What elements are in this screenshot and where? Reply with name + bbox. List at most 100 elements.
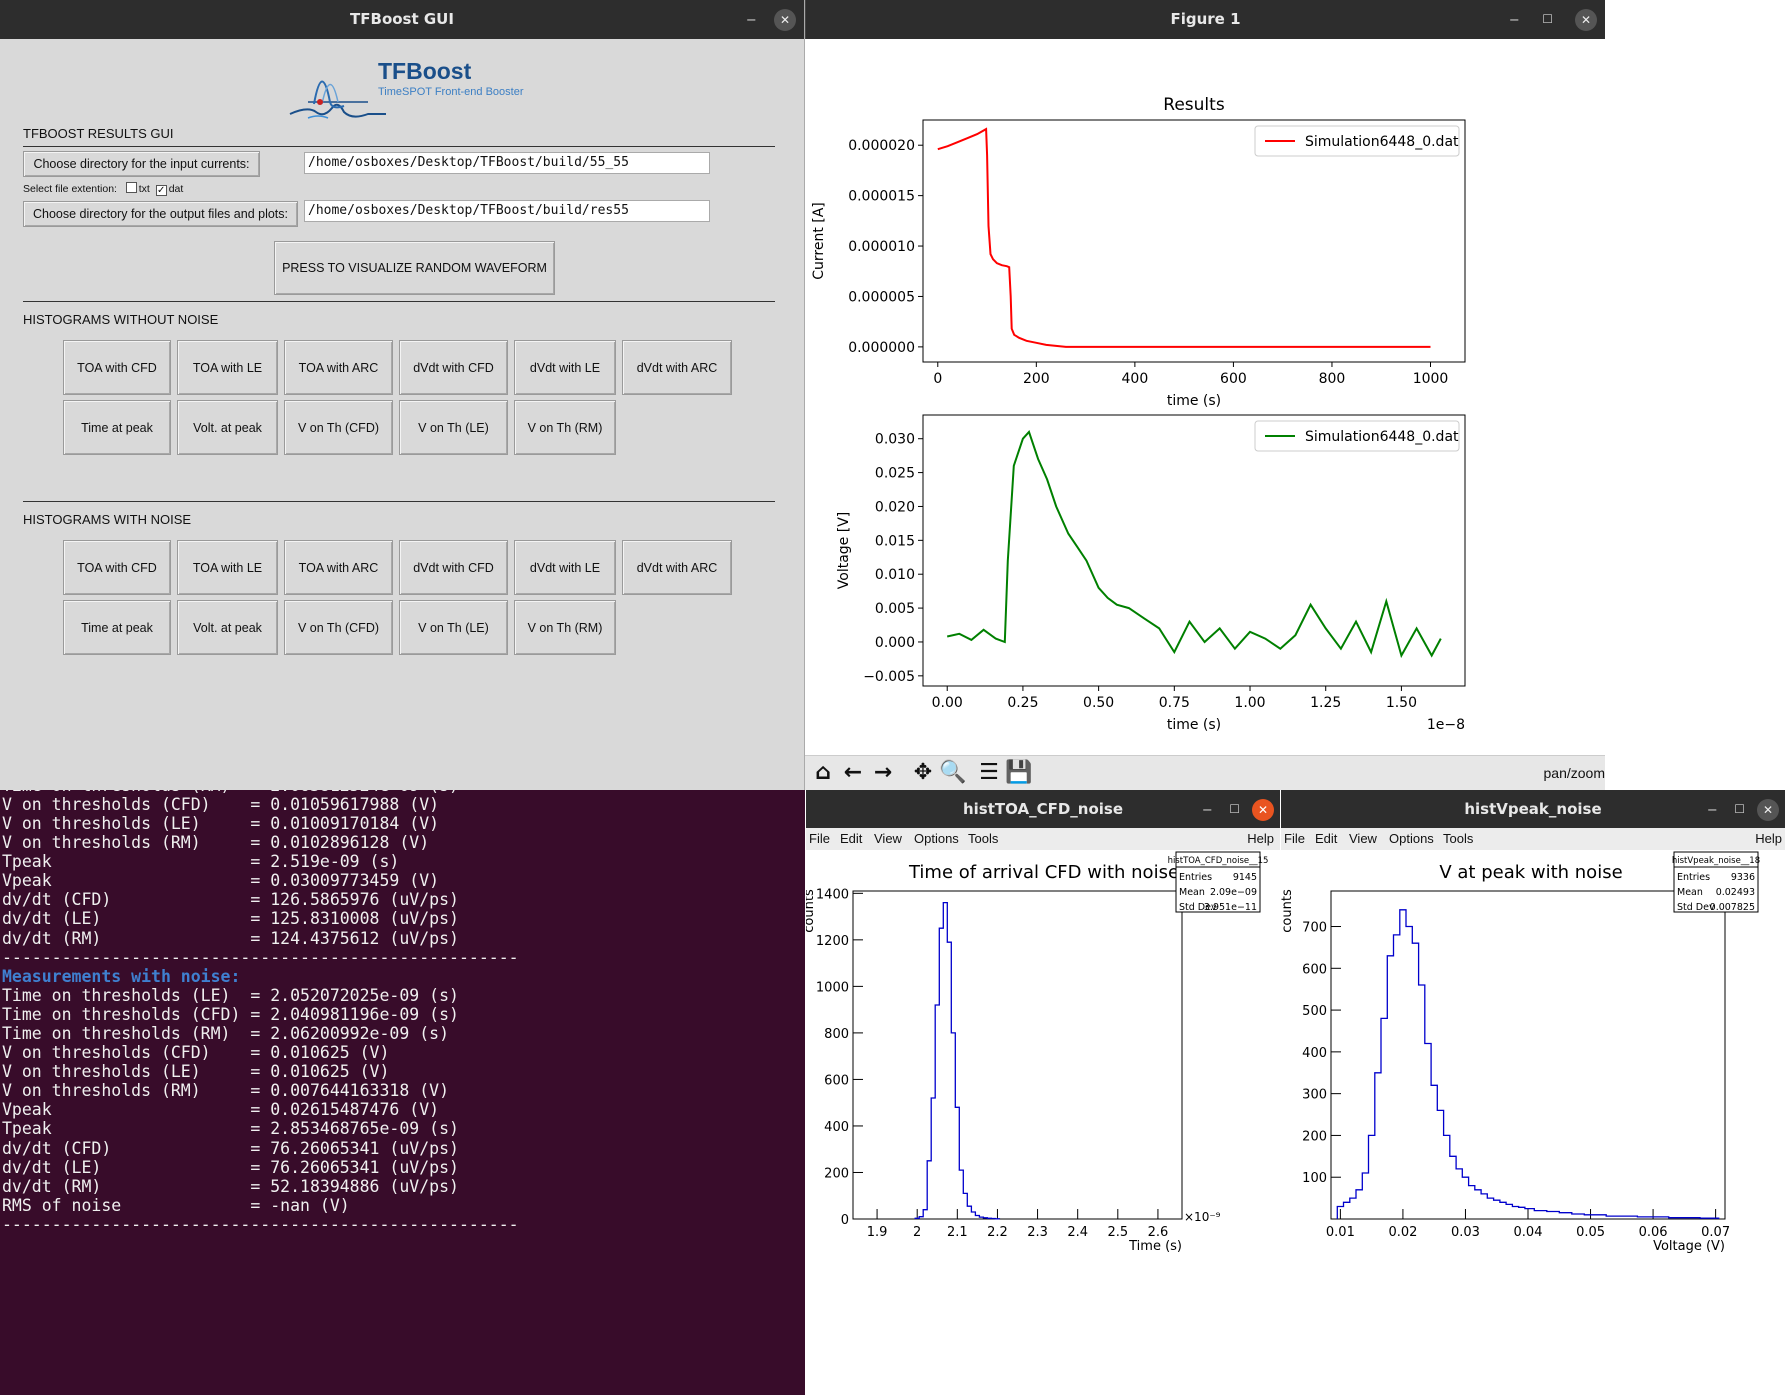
terminal-line: Tpeak = 2.853468765e-09 (s) [2,1119,459,1139]
histogram-canvas[interactable]: Time of arrival CFD with noise 0 200 400 600… [806,850,1280,1270]
menu-item-view[interactable]: View [874,831,902,846]
x-tick-label: 2.3 [1027,1225,1048,1240]
histogram-canvas[interactable]: V at peak with noise 100 200 300 400 500 600 70… [1281,850,1785,1270]
noise-button-v-on-th-rm-[interactable]: V on Th (RM) [514,600,616,655]
noise-button-time-at-peak[interactable]: Time at peak [63,600,171,655]
matplotlib-toolbar: ⌂ ← → ✥ 🔍 ☰ 💾 pan/zoom [805,755,1605,790]
no-noise-button-dvdt-with-le[interactable]: dVdt with LE [514,340,616,395]
no-noise-button-dvdt-with-cfd[interactable]: dVdt with CFD [399,340,508,395]
ext-dat-checkbox[interactable]: ✓ [155,185,167,196]
ext-txt-label: txt [138,183,150,195]
ext-txt-checkbox[interactable] [125,182,137,193]
x-offset-label: 1e−8 [1427,717,1465,733]
terminal-line: Vpeak = 0.02615487476 (V) [2,1100,440,1120]
close-icon[interactable]: ✕ [1252,799,1274,821]
stats-value: 2.09e−09 [1210,887,1257,898]
noise-button-dvdt-with-le[interactable]: dVdt with LE [514,540,616,595]
minimize-icon[interactable]: ‒ [1509,0,1519,39]
terminal-line: V on thresholds (RM) = 0.007644163318 (V… [2,1081,450,1101]
no-noise-button-v-on-th-le-[interactable]: V on Th (LE) [399,400,508,455]
matplotlib-figure-window: Figure 1 ‒ ☐ ✕ Results 0 200 400 600 800 1000 0… [805,0,1605,790]
stats-value: 3.951e−11 [1204,902,1257,913]
x-tick-label: 0.03 [1451,1225,1480,1240]
x-tick-label: 1000 [1413,371,1449,387]
y-tick-label: 600 [824,1073,849,1088]
input-dir-button[interactable]: Choose directory for the input currents: [23,151,260,177]
y-tick-label: 1200 [816,934,849,949]
close-icon[interactable]: ✕ [1575,9,1597,31]
subplots-icon[interactable]: ☰ [975,759,1003,787]
menu-item-file[interactable]: File [1284,831,1305,846]
terminal-line: Time on thresholds (LE) = 2.052072025e-0… [2,985,459,1005]
menu-item-options[interactable]: Options [914,831,959,846]
menu-item-help[interactable]: Help [1247,831,1274,846]
terminal-line: Time on thresholds (RM) = 2.06200992e-09… [2,1023,450,1043]
minimize-icon[interactable]: ‒ [1707,790,1717,829]
no-noise-button-time-at-peak[interactable]: Time at peak [63,400,171,455]
figure-titlebar[interactable]: Figure 1 ‒ ☐ ✕ [805,0,1605,39]
noise-button-v-on-th-le-[interactable]: V on Th (LE) [399,600,508,655]
noise-button-v-on-th-cfd-[interactable]: V on Th (CFD) [284,600,393,655]
save-icon[interactable]: 💾 [1005,759,1033,787]
no-noise-button-toa-with-arc[interactable]: TOA with ARC [284,340,393,395]
pan-icon[interactable]: ✥ [909,759,937,787]
no-noise-button-v-on-th-cfd-[interactable]: V on Th (CFD) [284,400,393,455]
minimize-icon[interactable]: ‒ [746,0,756,39]
noise-button-volt-at-peak[interactable]: Volt. at peak [177,600,278,655]
window-title: histVpeak_noise [1464,800,1602,818]
minimize-icon[interactable]: ‒ [1202,790,1212,829]
menu-item-view[interactable]: View [1349,831,1377,846]
maximize-icon[interactable]: ☐ [1734,790,1745,829]
x-tick-label: 1.50 [1386,695,1417,711]
noise-button-toa-with-le[interactable]: TOA with LE [177,540,278,595]
tfboost-logo-icon [289,80,386,119]
close-icon[interactable]: ✕ [774,9,796,31]
noise-button-toa-with-arc[interactable]: TOA with ARC [284,540,393,595]
menu-item-edit[interactable]: Edit [1315,831,1337,846]
figure-canvas[interactable]: Results 0 200 400 600 800 1000 0.000000 0.000005… [805,39,1605,755]
noise-button-toa-with-cfd[interactable]: TOA with CFD [63,540,171,595]
no-noise-button-volt-at-peak[interactable]: Volt. at peak [177,400,278,455]
tfboost-titlebar[interactable]: TFBoost GUI ‒ ✕ [0,0,804,39]
window-title: histTOA_CFD_noise [962,800,1124,818]
no-noise-button-toa-with-le[interactable]: TOA with LE [177,340,278,395]
forward-arrow-icon[interactable]: → [869,759,897,787]
section-no-noise-title: HISTOGRAMS WITHOUT NOISE [23,312,219,327]
output-dir-button[interactable]: Choose directory for the output files an… [23,201,298,227]
close-icon[interactable]: ✕ [1757,799,1779,821]
root-titlebar[interactable]: histVpeak_noise ‒ ☐ ✕ [1281,790,1785,829]
no-noise-button-dvdt-with-arc[interactable]: dVdt with ARC [622,340,732,395]
x-tick-label: 0.06 [1639,1225,1668,1240]
root-menubar: File Edit View Options Tools Help [1281,828,1785,850]
noise-button-dvdt-with-arc[interactable]: dVdt with ARC [622,540,732,595]
terminal-line: dv/dt (RM) = 52.18394886 (uV/ps) [2,1176,459,1196]
back-arrow-icon[interactable]: ← [839,759,867,787]
menu-item-file[interactable]: File [809,831,830,846]
y-tick-label: −0.005 [863,669,915,685]
home-icon[interactable]: ⌂ [809,759,837,787]
maximize-icon[interactable]: ☐ [1542,0,1553,39]
no-noise-button-toa-with-cfd[interactable]: TOA with CFD [63,340,171,395]
no-noise-button-v-on-th-rm-[interactable]: V on Th (RM) [514,400,616,455]
menu-item-tools[interactable]: Tools [968,831,998,846]
maximize-icon[interactable]: ☐ [1229,790,1240,829]
terminal-line: dv/dt (RM) = 124.4375612 (uV/ps) [2,928,459,948]
x-tick-label: 0.02 [1388,1225,1417,1240]
x-tick-label: 1.00 [1234,695,1265,711]
noise-button-dvdt-with-cfd[interactable]: dVdt with CFD [399,540,508,595]
y-tick-label: 0.000000 [848,340,915,356]
menu-item-tools[interactable]: Tools [1443,831,1473,846]
zoom-icon[interactable]: 🔍 [939,759,967,787]
terminal-line: ----------------------------------------… [2,947,519,967]
output-dir-field[interactable]: /home/osboxes/Desktop/TFBoost/build/res5… [304,200,710,222]
menu-item-options[interactable]: Options [1389,831,1434,846]
y-tick-label: 100 [1302,1171,1327,1186]
root-titlebar[interactable]: histTOA_CFD_noise ‒ ☐ ✕ [806,790,1280,829]
menu-item-help[interactable]: Help [1755,831,1782,846]
visualize-waveform-button[interactable]: PRESS TO VISUALIZE RANDOM WAVEFORM [274,241,555,295]
input-dir-field[interactable]: /home/osboxes/Desktop/TFBoost/build/55_5… [304,152,710,174]
stats-name: histTOA_CFD_noise__15 [1168,856,1269,866]
menu-item-edit[interactable]: Edit [840,831,862,846]
y-tick-label: 0 [841,1213,849,1228]
x-tick-label: 0.50 [1083,695,1114,711]
